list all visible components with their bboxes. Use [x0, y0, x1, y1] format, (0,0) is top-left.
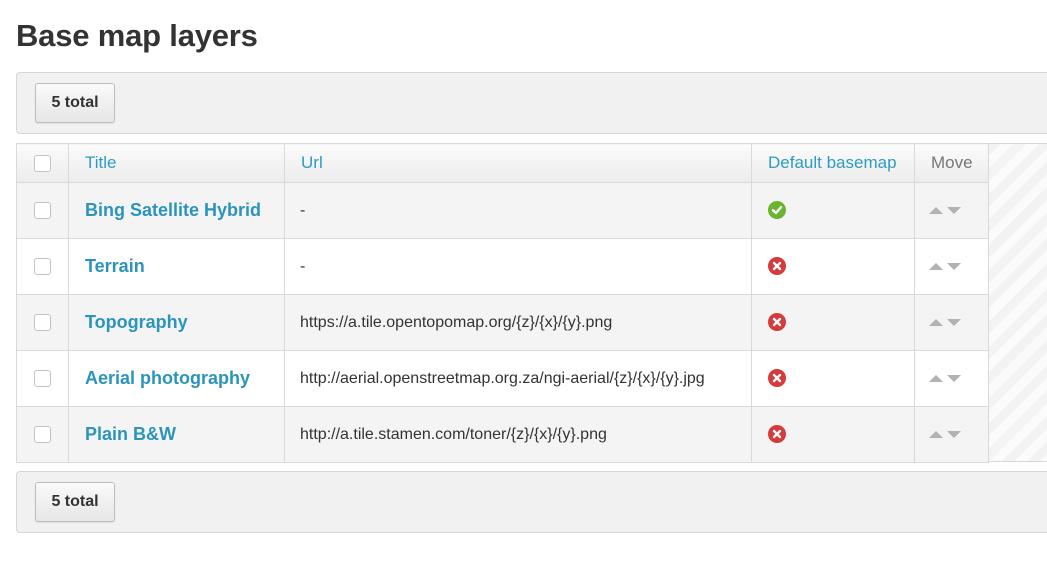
row-select-cell: [16, 182, 69, 239]
row-move-cell: [914, 350, 989, 407]
x-circle-icon: [768, 369, 786, 388]
column-header-title[interactable]: Title: [68, 143, 285, 183]
arrow-up-icon[interactable]: [929, 318, 943, 326]
row-url: http://aerial.openstreetmap.org.za/ngi-a…: [284, 350, 752, 407]
row-url: https://a.tile.opentopomap.org/{z}/{x}/{…: [284, 294, 752, 351]
select-all-checkbox[interactable]: [34, 155, 51, 173]
row-move-cell: [914, 238, 989, 295]
row-title-cell: Aerial photography: [68, 350, 285, 407]
table-row: Terrain -: [16, 238, 989, 295]
row-title-link[interactable]: Bing Satellite Hybrid: [85, 200, 261, 220]
table-row: Bing Satellite Hybrid -: [16, 182, 989, 239]
total-count-button-bottom[interactable]: 5 total: [35, 482, 115, 522]
arrow-up-icon[interactable]: [929, 206, 943, 214]
bottom-toolbar: 5 total: [16, 471, 1047, 533]
arrow-down-icon[interactable]: [947, 430, 961, 438]
top-toolbar: 5 total: [16, 72, 1047, 134]
row-title-cell: Terrain: [68, 238, 285, 295]
row-checkbox[interactable]: [34, 369, 51, 387]
arrow-up-icon[interactable]: [929, 262, 943, 270]
arrow-down-icon[interactable]: [947, 206, 961, 214]
row-title-link[interactable]: Topography: [85, 312, 188, 332]
select-all-cell: [16, 143, 69, 183]
page-title: Base map layers: [16, 18, 258, 53]
x-circle-icon: [768, 313, 786, 332]
row-checkbox[interactable]: [34, 313, 51, 331]
row-default-basemap-cell: [751, 182, 915, 239]
check-circle-icon: [768, 201, 786, 220]
column-header-move: Move: [914, 143, 989, 183]
row-select-cell: [16, 406, 69, 463]
row-select-cell: [16, 294, 69, 351]
x-circle-icon: [768, 257, 786, 276]
row-move-cell: [914, 406, 989, 463]
arrow-down-icon[interactable]: [947, 318, 961, 326]
row-checkbox[interactable]: [34, 425, 51, 443]
x-circle-icon: [768, 425, 786, 444]
row-url: -: [284, 238, 752, 295]
table-header-row: Title Url Default basemap Move: [16, 143, 989, 183]
table-row: Plain B&W http://a.tile.stamen.com/toner/…: [16, 406, 989, 463]
row-default-basemap-cell: [751, 350, 915, 407]
table-row: Topography https://a.tile.opentopomap.org…: [16, 294, 989, 351]
row-select-cell: [16, 238, 69, 295]
arrow-up-icon[interactable]: [929, 430, 943, 438]
row-move-cell: [914, 294, 989, 351]
row-checkbox[interactable]: [34, 257, 51, 275]
row-title-link[interactable]: Plain B&W: [85, 424, 176, 444]
row-url: -: [284, 182, 752, 239]
column-header-default-basemap[interactable]: Default basemap: [751, 143, 915, 183]
row-select-cell: [16, 350, 69, 407]
row-checkbox[interactable]: [34, 201, 51, 219]
arrow-down-icon[interactable]: [947, 262, 961, 270]
arrow-up-icon[interactable]: [929, 374, 943, 382]
row-title-cell: Topography: [68, 294, 285, 351]
base-map-layers-table: Title Url Default basemap Move Bing Sate…: [16, 143, 989, 463]
row-title-link[interactable]: Aerial photography: [85, 368, 250, 388]
row-default-basemap-cell: [751, 406, 915, 463]
row-title-cell: Bing Satellite Hybrid: [68, 182, 285, 239]
total-count-button[interactable]: 5 total: [35, 83, 115, 123]
row-title-cell: Plain B&W: [68, 406, 285, 463]
row-move-cell: [914, 182, 989, 239]
row-default-basemap-cell: [751, 294, 915, 351]
column-header-url[interactable]: Url: [284, 143, 752, 183]
row-default-basemap-cell: [751, 238, 915, 295]
row-title-link[interactable]: Terrain: [85, 256, 145, 276]
row-url: http://a.tile.stamen.com/toner/{z}/{x}/{…: [284, 406, 752, 463]
table-row: Aerial photography http://aerial.openstre…: [16, 350, 989, 407]
arrow-down-icon[interactable]: [947, 374, 961, 382]
striped-filler: [988, 143, 1047, 462]
